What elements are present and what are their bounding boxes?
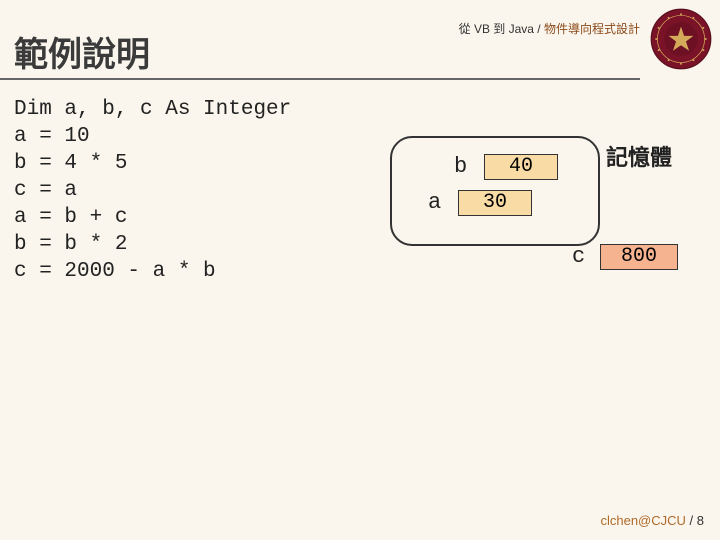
code-line: b = b * 2 bbox=[14, 233, 127, 256]
footer: clchen@CJCU / 8 bbox=[600, 513, 704, 528]
footer-sep: / bbox=[686, 513, 697, 528]
footer-author: clchen@CJCU bbox=[600, 513, 685, 528]
university-seal-icon bbox=[650, 8, 712, 70]
code-line: a = b + c bbox=[14, 206, 127, 229]
memory-var-a-value: 30 bbox=[458, 190, 532, 216]
memory-var-b-label: b bbox=[454, 154, 467, 179]
page-title: 範例說明 bbox=[14, 38, 150, 72]
code-line: Dim a, b, c As Integer bbox=[14, 98, 291, 121]
memory-heading: 記憶體 bbox=[606, 140, 672, 172]
code-block: Dim a, b, c As Integer a = 10 b = 4 * 5 … bbox=[14, 96, 291, 285]
breadcrumb-right: 物件導向程式設計 bbox=[544, 22, 640, 36]
code-line: b = 4 * 5 bbox=[14, 152, 127, 175]
memory-var-c-label: c bbox=[572, 244, 585, 269]
code-line: c = a bbox=[14, 179, 77, 202]
memory-var-c-value: 800 bbox=[600, 244, 678, 270]
code-line: a = 10 bbox=[14, 125, 90, 148]
memory-var-b-value: 40 bbox=[484, 154, 558, 180]
breadcrumb: 從 VB 到 Java / 物件導向程式設計 bbox=[459, 20, 640, 37]
code-line: c = 2000 - a * b bbox=[14, 260, 216, 283]
breadcrumb-left: 從 VB 到 Java bbox=[459, 22, 534, 36]
memory-var-a-label: a bbox=[428, 190, 441, 215]
title-divider bbox=[0, 78, 640, 80]
page-number: 8 bbox=[697, 513, 704, 528]
breadcrumb-sep: / bbox=[534, 22, 544, 36]
